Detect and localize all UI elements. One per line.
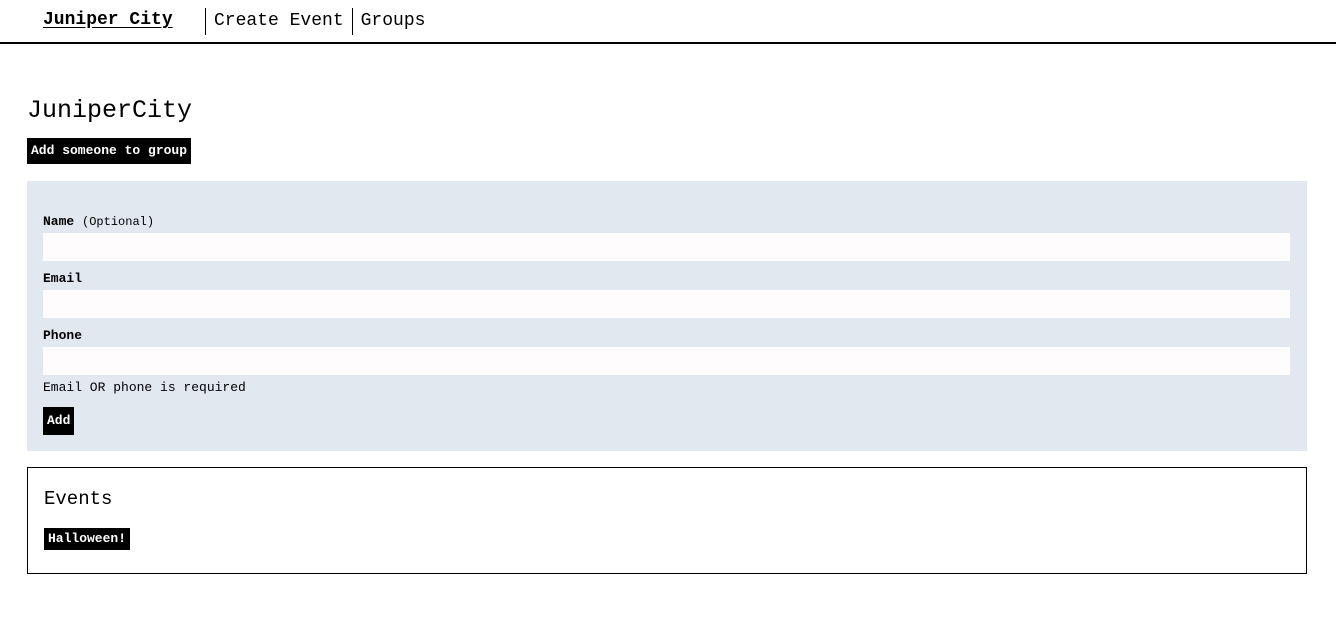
nav-brand-link[interactable]: Juniper City bbox=[43, 8, 173, 32]
nav-link-create-event[interactable]: Create Event bbox=[205, 8, 352, 35]
name-input[interactable] bbox=[43, 233, 1290, 261]
email-label: Email bbox=[43, 271, 83, 286]
add-someone-button[interactable]: Add someone to group bbox=[27, 138, 192, 164]
add-member-form: Name (Optional) Email Phone Email OR pho… bbox=[27, 181, 1307, 451]
name-optional-text: (Optional) bbox=[82, 215, 155, 229]
events-panel: Events Halloween! bbox=[27, 467, 1307, 574]
phone-input[interactable] bbox=[43, 347, 1290, 375]
email-input[interactable] bbox=[43, 290, 1290, 318]
page-title: JuniperCity bbox=[27, 96, 193, 125]
name-label: Name (Optional) bbox=[43, 214, 154, 230]
event-item-halloween[interactable]: Halloween! bbox=[44, 528, 131, 550]
add-button[interactable]: Add bbox=[43, 407, 75, 435]
nav-link-groups[interactable]: Groups bbox=[351, 8, 434, 35]
required-hint: Email OR phone is required bbox=[43, 380, 246, 395]
name-label-text: Name bbox=[43, 214, 75, 229]
events-title: Events bbox=[44, 488, 113, 510]
top-nav: Juniper City Create Event Groups bbox=[0, 0, 1336, 44]
nav-links: Create Event Groups bbox=[205, 8, 433, 35]
phone-label: Phone bbox=[43, 328, 83, 343]
